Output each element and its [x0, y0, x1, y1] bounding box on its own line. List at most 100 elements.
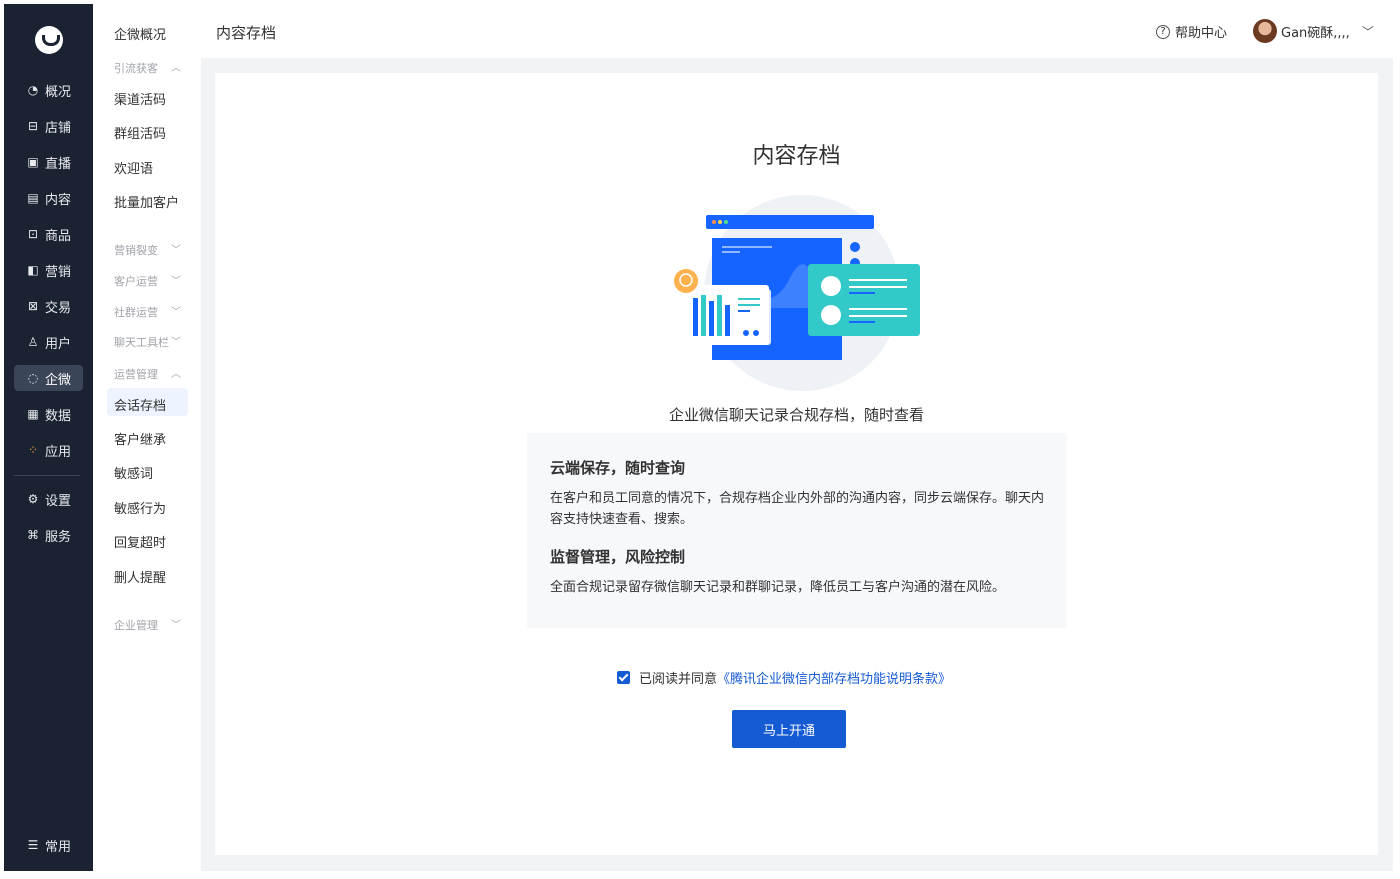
hero-title: 内容存档 — [752, 144, 841, 169]
nav-apps[interactable]: ⁘ 应用 — [14, 437, 83, 463]
goods-icon: ⊡ — [27, 227, 39, 241]
snav-group-enterprise-mgmt[interactable]: 企业管理 ﹀ — [114, 617, 184, 633]
feature-desc: 在客户和员工同意的情况下，合规存档企业内外部的沟通内容，同步云端保存。聊天内容支… — [550, 491, 1045, 527]
top-header: 内容存档 ? 帮助中心 Gan碗酥,,,, ﹀ — [201, 0, 1400, 58]
nav-label: 概况 — [44, 84, 71, 100]
snav-group-marketing-split[interactable]: 营销裂变 ﹀ — [114, 242, 184, 258]
agreement-row: 已阅读并同意 《腾讯企业微信内部存档功能说明条款》 — [617, 668, 951, 687]
nav-frequent[interactable]: ☰ 常用 — [14, 832, 83, 858]
group-label: 客户运营 — [114, 275, 158, 288]
service-icon: ⌘ — [26, 528, 39, 542]
list-icon: ☰ — [27, 838, 39, 852]
chevron-up-icon: ︿ — [171, 63, 181, 74]
nav-marketing[interactable]: ◧ 营销 — [14, 257, 83, 283]
snav-batch-add[interactable]: 批量加客户 — [114, 192, 179, 211]
nav-overview[interactable]: ◔ 概况 — [14, 77, 83, 103]
snav-sensitive-actions[interactable]: 敏感行为 — [114, 498, 166, 517]
nav-goods[interactable]: ⊡ 商品 — [14, 221, 83, 247]
snav-wecom-overview[interactable]: 企微概况 — [114, 24, 166, 43]
nav-label: 店铺 — [44, 120, 71, 136]
snav-welcome[interactable]: 欢迎语 — [114, 158, 153, 177]
group-label: 运营管理 — [114, 368, 158, 381]
store-icon: ⊟ — [27, 119, 39, 133]
nav-service[interactable]: ⌘ 服务 — [14, 522, 83, 548]
user-name: Gan碗酥,,,, — [1281, 25, 1350, 41]
nav-label: 营销 — [44, 264, 71, 280]
feature-desc: 全面合规记录留存微信聊天记录和群聊记录，降低员工与客户沟通的潜在风险。 — [550, 580, 1006, 595]
group-label: 企业管理 — [114, 619, 158, 632]
page-title: 内容存档 — [216, 24, 277, 42]
group-label: 引流获客 — [114, 62, 158, 75]
secondary-sidebar: 企微概况 引流获客 ︿ 渠道活码 群组活码 欢迎语 批量加客户 营销裂变 ﹀ 客户运… — [93, 4, 201, 871]
nav-wecom[interactable]: ◌ 企微 — [14, 365, 83, 391]
nav-settings[interactable]: ⚙ 设置 — [14, 486, 83, 512]
nav-label: 商品 — [44, 228, 71, 244]
archive-illustration-icon — [674, 195, 920, 391]
user-menu[interactable]: Gan碗酥,,,, ﹀ — [1253, 19, 1374, 43]
gear-icon: ⚙ — [27, 492, 39, 506]
nav-label: 数据 — [44, 408, 71, 424]
wecom-icon: ◌ — [27, 371, 39, 385]
snav-reply-timeout[interactable]: 回复超时 — [114, 532, 166, 551]
activate-button[interactable]: 马上开通 — [732, 710, 846, 748]
feature-title: 监督管理，风险控制 — [550, 548, 686, 566]
nav-divider — [14, 475, 80, 476]
nav-content[interactable]: ▤ 内容 — [14, 185, 83, 211]
app-root: ◔ 概况 ⊟ 店铺 ▣ 直播 ▤ 内容 ⊡ 商品 ◧ 营销 ⊠ 交易 ♙ 用户 ◌ 企微 ▦ 数据 … — [0, 0, 1400, 879]
nav-data[interactable]: ▦ 数据 — [14, 401, 83, 427]
nav-label: 直播 — [44, 156, 71, 172]
group-label: 社群运营 — [114, 306, 158, 319]
snav-group-community-ops[interactable]: 社群运营 ﹀ — [114, 304, 184, 320]
snav-sensitive-words[interactable]: 敏感词 — [114, 463, 153, 482]
live-icon: ▣ — [27, 155, 39, 169]
nav-label: 设置 — [44, 493, 71, 509]
agree-text: 已阅读并同意 — [639, 672, 718, 687]
nav-label: 应用 — [44, 444, 71, 460]
help-center-link[interactable]: ? 帮助中心 — [1156, 22, 1227, 41]
content-icon: ▤ — [27, 191, 39, 205]
agree-checkbox[interactable] — [617, 671, 630, 684]
chevron-down-icon: ﹀ — [171, 620, 181, 631]
trade-icon: ⊠ — [27, 299, 39, 313]
nav-store[interactable]: ⊟ 店铺 — [14, 113, 83, 139]
data-icon: ▦ — [27, 407, 39, 421]
snav-group-customer-ops[interactable]: 客户运营 ﹀ — [114, 273, 184, 289]
nav-trade[interactable]: ⊠ 交易 — [14, 293, 83, 319]
hero-subtitle: 企业微信聊天记录合规存档，随时查看 — [668, 406, 924, 424]
chevron-up-icon: ︿ — [171, 369, 181, 380]
chevron-down-icon: ﹀ — [171, 307, 181, 318]
snav-channel-code[interactable]: 渠道活码 — [114, 89, 166, 108]
snav-group-chat-toolbar[interactable]: 聊天工具栏 ﹀ — [114, 334, 184, 350]
question-icon: ? — [1156, 24, 1170, 39]
snav-group-code[interactable]: 群组活码 — [114, 123, 166, 142]
chevron-down-icon: ﹀ — [171, 276, 181, 287]
nav-label: 用户 — [44, 336, 71, 352]
snav-session-archive[interactable]: 会话存档 — [114, 395, 166, 414]
chevron-down-icon: ﹀ — [171, 245, 181, 256]
chevron-down-icon: ﹀ — [1361, 24, 1374, 39]
pie-chart-icon: ◔ — [27, 83, 39, 97]
snav-group-lead-gen[interactable]: 引流获客 ︿ — [114, 60, 184, 76]
snav-group-ops-mgmt[interactable]: 运营管理 ︿ — [114, 366, 184, 382]
feature-title: 云端保存，随时查询 — [550, 459, 686, 477]
nav-label: 内容 — [44, 192, 71, 208]
apps-icon: ⁘ — [27, 443, 39, 457]
avatar — [1253, 19, 1277, 43]
feature-panel: 云端保存，随时查询 在客户和员工同意的情况下，合规存档企业内外部的沟通内容，同步… — [527, 433, 1067, 628]
terms-link[interactable]: 《腾讯企业微信内部存档功能说明条款》 — [717, 668, 951, 687]
megaphone-icon: ◧ — [27, 263, 39, 277]
archive-card: 内容存档 企业微信聊天记录合规存档，随时查看 云端保存，随时查询 在客户和员工同… — [215, 73, 1378, 855]
snav-delete-remind[interactable]: 删人提醒 — [114, 567, 166, 586]
group-label: 营销裂变 — [114, 244, 158, 257]
chevron-down-icon: ﹀ — [171, 337, 181, 348]
user-icon: ♙ — [27, 335, 39, 349]
snav-customer-inherit[interactable]: 客户继承 — [114, 429, 166, 448]
primary-sidebar: ◔ 概况 ⊟ 店铺 ▣ 直播 ▤ 内容 ⊡ 商品 ◧ 营销 ⊠ 交易 ♙ 用户 ◌ 企微 ▦ 数据 … — [4, 4, 93, 871]
nav-label: 服务 — [44, 529, 71, 545]
nav-user[interactable]: ♙ 用户 — [14, 329, 83, 355]
logo-icon[interactable] — [35, 26, 63, 54]
nav-label: 交易 — [44, 300, 71, 316]
nav-label: 常用 — [44, 839, 71, 855]
nav-label: 企微 — [44, 372, 71, 388]
nav-live[interactable]: ▣ 直播 — [14, 149, 83, 175]
